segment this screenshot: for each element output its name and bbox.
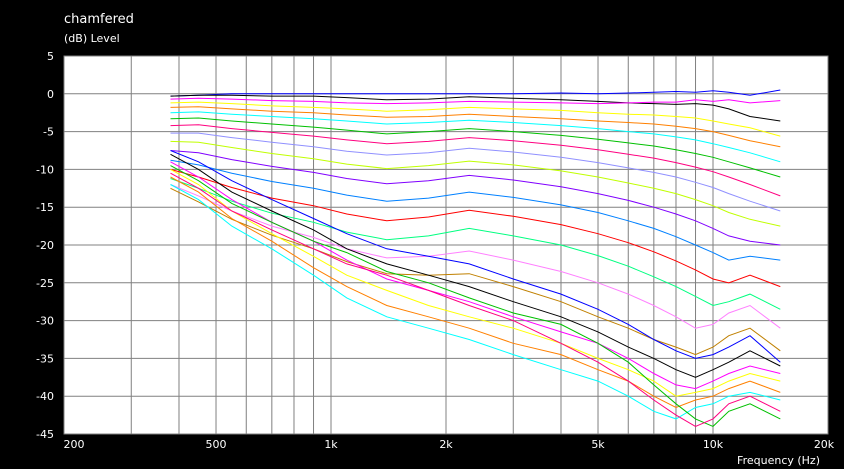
x-tick-label: 2k — [439, 438, 453, 451]
y-tick-label: -35 — [36, 352, 54, 365]
x-tick-label: 500 — [206, 438, 227, 451]
y-tick-label: -30 — [36, 315, 54, 328]
x-tick-label: 5k — [591, 438, 605, 451]
x-tick-label: 200 — [64, 438, 85, 451]
y-tick-label: 5 — [47, 50, 54, 63]
y-tick-label: -20 — [36, 239, 54, 252]
frequency-response-chart: 5 0 -5 -10 -15 -20 -25 -30 -35 -40 -45 200 500 1k 2k 5… — [36, 50, 835, 451]
x-tick-label: 20k — [814, 438, 835, 451]
x-tick-label: 1k — [324, 438, 338, 451]
y-tick-label: -40 — [36, 390, 54, 403]
x-tick-label: 10k — [703, 438, 724, 451]
y-tick-label: -25 — [36, 277, 54, 290]
y-tick-label: -45 — [36, 428, 54, 441]
y-tick-label: -10 — [36, 163, 54, 176]
x-tick-labels: 200 500 1k 2k 5k 10k 20k — [64, 438, 835, 451]
y-tick-labels: 5 0 -5 -10 -15 -20 -25 -30 -35 -40 -45 — [36, 50, 54, 441]
y-tick-label: -15 — [36, 201, 54, 214]
y-tick-label: -5 — [43, 126, 54, 139]
y-tick-label: 0 — [47, 88, 54, 101]
